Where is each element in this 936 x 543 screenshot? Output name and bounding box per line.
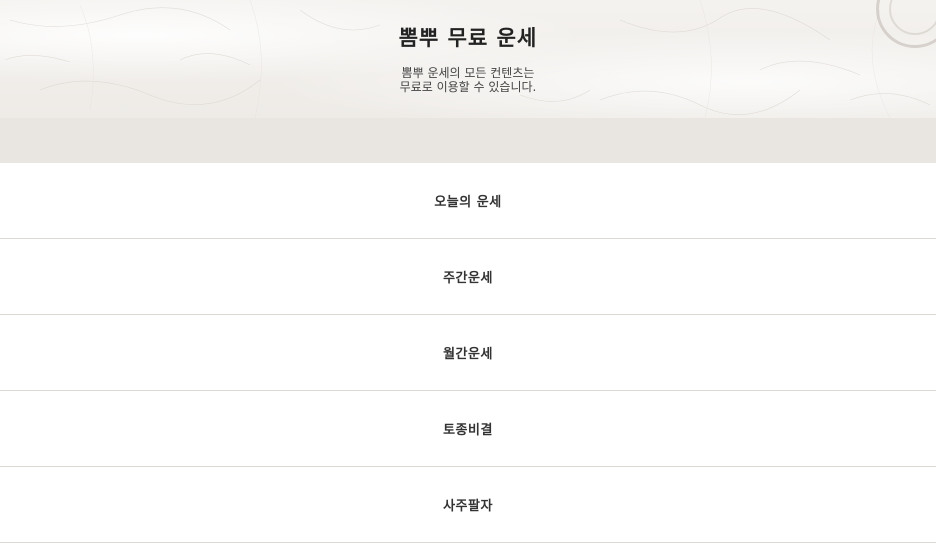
menu-item-tojeong-bigyeol[interactable]: 토종비결 <box>0 391 936 467</box>
menu-item-label: 토종비결 <box>443 423 493 438</box>
page-title: 뽐뿌 무료 운세 <box>398 26 538 50</box>
menu-item-monthly-fortune[interactable]: 월간운세 <box>0 315 936 391</box>
page: 뽐뿌 무료 운세 뽐뿌 운세의 모든 컨텐츠는 무료로 이용할 수 있습니다. … <box>0 0 936 543</box>
menu-item-label: 월간운세 <box>443 347 493 362</box>
menu-item-today-fortune[interactable]: 오늘의 운세 <box>0 163 936 239</box>
menu-item-weekly-fortune[interactable]: 주간운세 <box>0 239 936 315</box>
header-banner: 뽐뿌 무료 운세 뽐뿌 운세의 모든 컨텐츠는 무료로 이용할 수 있습니다. <box>0 0 936 118</box>
menu-item-label: 주간운세 <box>443 271 493 286</box>
menu-item-saju-palja[interactable]: 사주팔자 <box>0 467 936 543</box>
subtitle-line-2: 무료로 이용할 수 있습니다. <box>399 80 537 94</box>
menu-item-label: 오늘의 운세 <box>434 195 502 210</box>
subtitle-line-1: 뽐뿌 운세의 모든 컨텐츠는 <box>401 66 535 80</box>
menu-item-label: 사주팔자 <box>443 499 493 514</box>
fortune-menu: 오늘의 운세 주간운세 월간운세 토종비결 사주팔자 <box>0 163 936 543</box>
divider-band <box>0 118 936 163</box>
page-subtitle: 뽐뿌 운세의 모든 컨텐츠는 무료로 이용할 수 있습니다. <box>0 66 936 94</box>
